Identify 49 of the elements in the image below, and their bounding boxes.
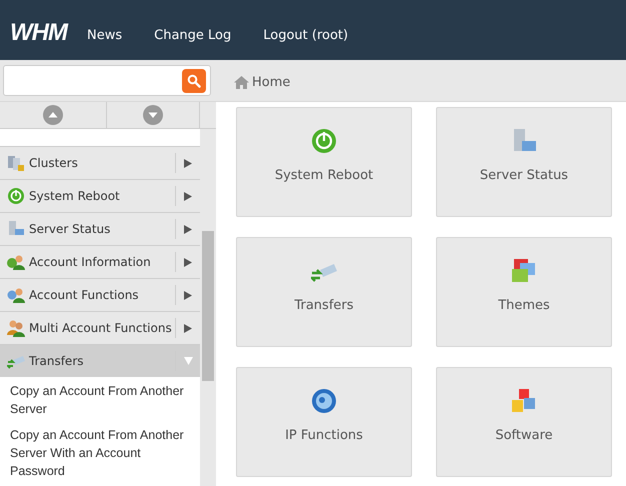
sidebar-item[interactable]: Multi Account Functions bbox=[0, 311, 200, 344]
search-field[interactable] bbox=[3, 65, 211, 96]
sidebar-subitem[interactable]: Copy an Account From Another Server bbox=[0, 377, 200, 421]
software-icon bbox=[511, 388, 537, 414]
server-icon bbox=[511, 128, 537, 154]
sidebar-item-label: Server Status bbox=[29, 222, 112, 236]
server-icon bbox=[7, 220, 25, 238]
sidebar-item[interactable]: Transfers bbox=[0, 344, 200, 377]
nav-link[interactable]: News bbox=[86, 26, 122, 46]
tile-button[interactable]: IP Functions bbox=[236, 367, 412, 477]
sidebar-item-label: Transfers bbox=[29, 354, 85, 368]
ip-icon bbox=[311, 388, 337, 414]
sidebar-subitem[interactable]: Copy an Account From Another Server With an Account Password bbox=[0, 421, 200, 483]
account-functions-icon bbox=[7, 286, 25, 304]
home-icon bbox=[234, 76, 249, 89]
caret-right-icon bbox=[184, 324, 192, 332]
sidebar-item[interactable]: Server Status bbox=[0, 212, 200, 245]
caret-right-icon bbox=[184, 192, 192, 200]
tile-button[interactable]: Software bbox=[436, 367, 612, 477]
tile-button[interactable]: Server Status bbox=[436, 107, 612, 217]
sidebar-item-label: Account Information bbox=[29, 255, 152, 269]
sidebar-item-label: Clusters bbox=[29, 156, 79, 170]
sidebar-item-label: System Reboot bbox=[29, 189, 121, 203]
search-icon bbox=[187, 74, 201, 88]
caret-right-icon bbox=[184, 224, 192, 234]
sidebar-item[interactable]: Account Functions bbox=[0, 278, 200, 311]
themes-icon bbox=[511, 258, 537, 284]
logo[interactable]: WHM bbox=[10, 20, 67, 46]
multi-account-icon bbox=[7, 319, 25, 337]
breadcrumb-link[interactable]: Home bbox=[252, 75, 290, 90]
sidebar-item-label: Multi Account Functions bbox=[29, 321, 173, 335]
search-button[interactable] bbox=[182, 68, 206, 92]
tile-button[interactable]: System Reboot bbox=[236, 107, 412, 217]
account-info-icon bbox=[7, 253, 25, 271]
sidebar-item[interactable]: Account Information bbox=[0, 245, 200, 278]
clusters-icon bbox=[7, 154, 25, 172]
sidebar-item[interactable]: Clusters bbox=[0, 146, 200, 179]
tile-button[interactable]: Transfers bbox=[236, 237, 412, 347]
caret-right-icon bbox=[184, 258, 192, 266]
power-icon bbox=[311, 128, 337, 154]
nav-link[interactable]: Change Log bbox=[154, 26, 232, 46]
power-icon bbox=[7, 187, 25, 205]
caret-right-icon bbox=[184, 290, 192, 300]
caret-down-icon bbox=[184, 357, 192, 365]
caret-right-icon bbox=[184, 158, 192, 168]
sidebar-item[interactable]: System Reboot bbox=[0, 179, 200, 212]
nav-link[interactable]: Logout (root) bbox=[263, 26, 348, 46]
tile-button[interactable]: Themes bbox=[436, 237, 612, 347]
sidebar-item-label: Account Functions bbox=[29, 288, 140, 302]
